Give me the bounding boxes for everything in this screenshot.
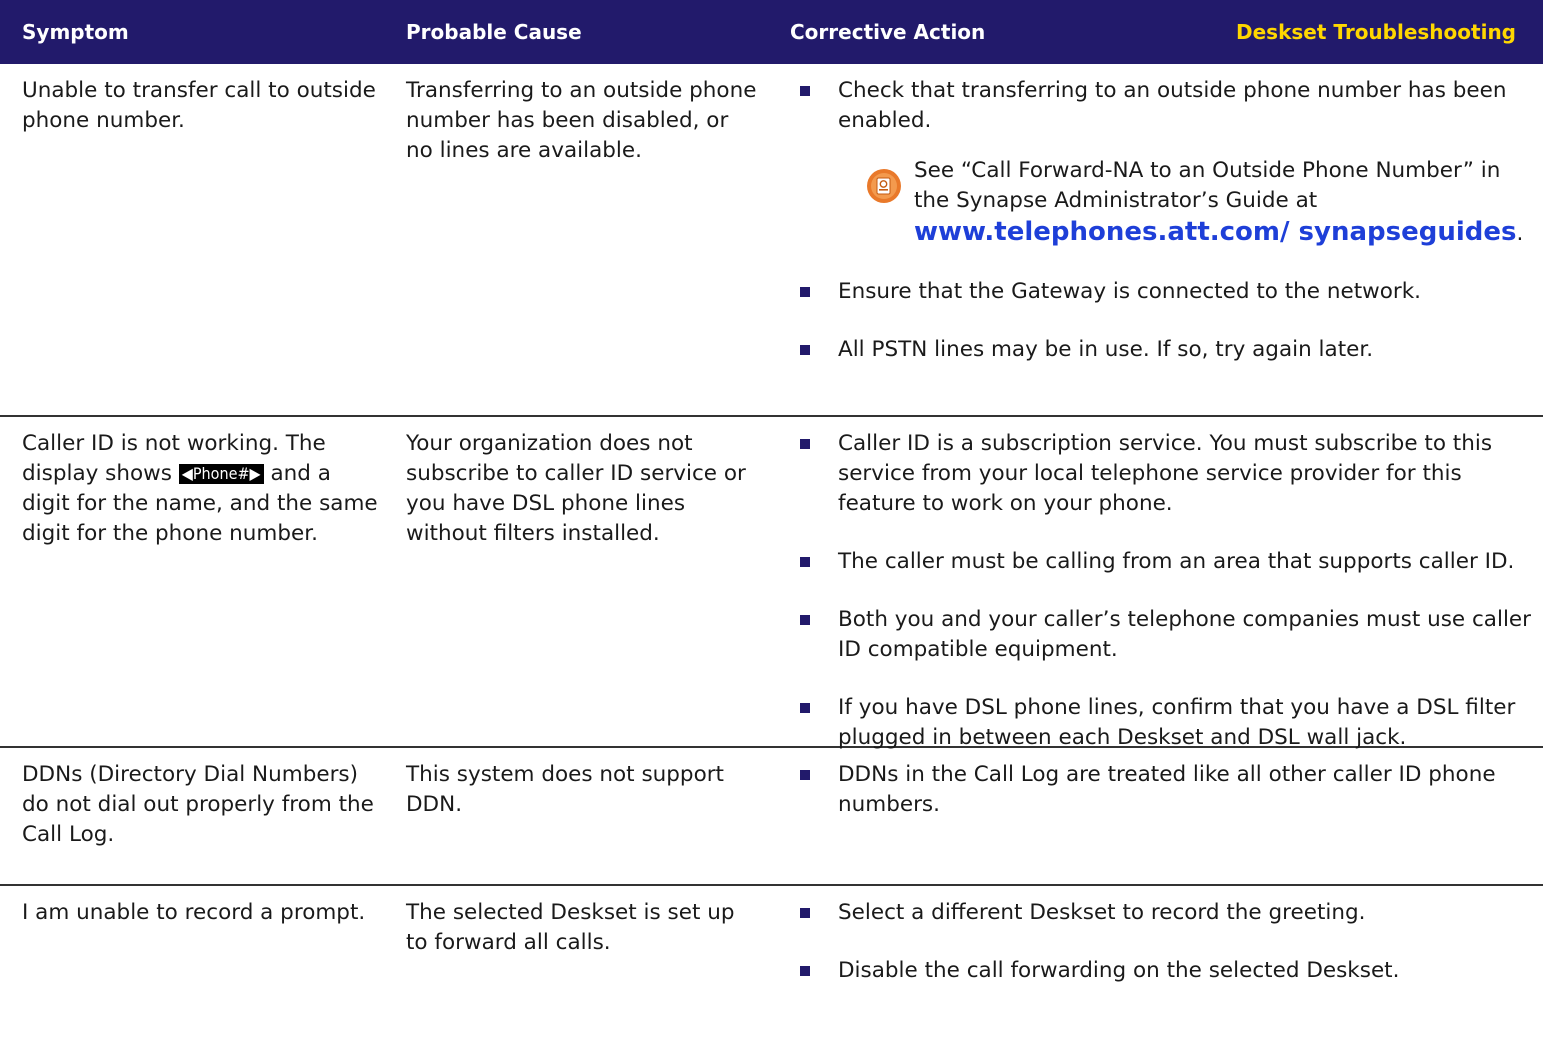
- action-text: If you have DSL phone lines, confirm tha…: [838, 695, 1516, 750]
- header-probable-cause: Probable Cause: [406, 20, 582, 44]
- action-text: Select a different Deskset to record the…: [838, 900, 1366, 925]
- header-corrective-action: Corrective Action: [790, 20, 986, 44]
- action-item: All PSTN lines may be in use. If so, try…: [790, 335, 1535, 365]
- table-row: I am unable to record a prompt. The sele…: [0, 886, 1543, 1041]
- action-text: Both you and your caller’s telephone com…: [838, 607, 1531, 662]
- action-item: Ensure that the Gateway is connected to …: [790, 277, 1535, 307]
- bullet-square-icon: [800, 615, 810, 625]
- action-cell: DDNs in the Call Log are treated like al…: [790, 760, 1535, 820]
- section-title: Deskset Troubleshooting: [1236, 20, 1516, 44]
- bullet-square-icon: [800, 86, 810, 96]
- action-cell: Check that transferring to an outside ph…: [790, 76, 1535, 365]
- table-row: DDNs (Directory Dial Numbers) do not dia…: [0, 748, 1543, 886]
- action-text: The caller must be calling from an area …: [838, 549, 1515, 574]
- cause-cell: This system does not support DDN.: [406, 762, 724, 817]
- action-text: Check that transferring to an outside ph…: [838, 78, 1507, 133]
- note-end: .: [1516, 221, 1524, 246]
- action-item: Both you and your caller’s telephone com…: [790, 605, 1535, 665]
- cause-cell: The selected Deskset is set up to forwar…: [406, 900, 735, 955]
- table-row: Caller ID is not working. The display sh…: [0, 417, 1543, 750]
- bullet-square-icon: [800, 703, 810, 713]
- guide-reference-icon: [867, 169, 901, 203]
- action-cell: Caller ID is a subscription service. You…: [790, 429, 1535, 753]
- action-item: Check that transferring to an outside ph…: [790, 76, 1535, 136]
- table-header: Symptom Probable Cause Corrective Action…: [0, 0, 1543, 64]
- symptom-cell: Unable to transfer call to outside phone…: [22, 78, 376, 133]
- phone-softkey-label: ◀Phone#▶: [178, 464, 264, 484]
- action-cell: Select a different Deskset to record the…: [790, 898, 1535, 986]
- action-item: The caller must be calling from an area …: [790, 547, 1535, 577]
- symptom-cell: I am unable to record a prompt.: [22, 900, 366, 925]
- cause-cell: Transferring to an outside phone number …: [406, 78, 757, 163]
- symptom-cell: Caller ID is not working. The display sh…: [22, 429, 382, 549]
- action-text: All PSTN lines may be in use. If so, try…: [838, 337, 1374, 362]
- guides-link[interactable]: www.telephones.att.com/ synapseguides: [914, 217, 1517, 247]
- reference-note: See “Call Forward-NA to an Outside Phone…: [790, 156, 1535, 249]
- action-text: Caller ID is a subscription service. You…: [838, 431, 1493, 516]
- bullet-square-icon: [800, 770, 810, 780]
- bullet-square-icon: [800, 439, 810, 449]
- cause-cell: Your organization does not subscribe to …: [406, 431, 746, 546]
- troubleshooting-page: Symptom Probable Cause Corrective Action…: [0, 0, 1543, 1041]
- action-text: Disable the call forwarding on the selec…: [838, 958, 1400, 983]
- action-item: Disable the call forwarding on the selec…: [790, 956, 1535, 986]
- bullet-square-icon: [800, 908, 810, 918]
- note-text: See “Call Forward-NA to an Outside Phone…: [914, 158, 1501, 213]
- action-item: DDNs in the Call Log are treated like al…: [790, 760, 1535, 820]
- bullet-square-icon: [800, 557, 810, 567]
- table-row: Unable to transfer call to outside phone…: [0, 64, 1543, 417]
- action-text: Ensure that the Gateway is connected to …: [838, 279, 1421, 304]
- bullet-square-icon: [800, 966, 810, 976]
- action-text: DDNs in the Call Log are treated like al…: [838, 762, 1496, 817]
- action-item: If you have DSL phone lines, confirm tha…: [790, 693, 1535, 753]
- action-item: Caller ID is a subscription service. You…: [790, 429, 1535, 519]
- bullet-square-icon: [800, 287, 810, 297]
- symptom-cell: DDNs (Directory Dial Numbers) do not dia…: [22, 762, 374, 847]
- action-item: Select a different Deskset to record the…: [790, 898, 1535, 928]
- header-symptom: Symptom: [22, 20, 129, 44]
- bullet-square-icon: [800, 345, 810, 355]
